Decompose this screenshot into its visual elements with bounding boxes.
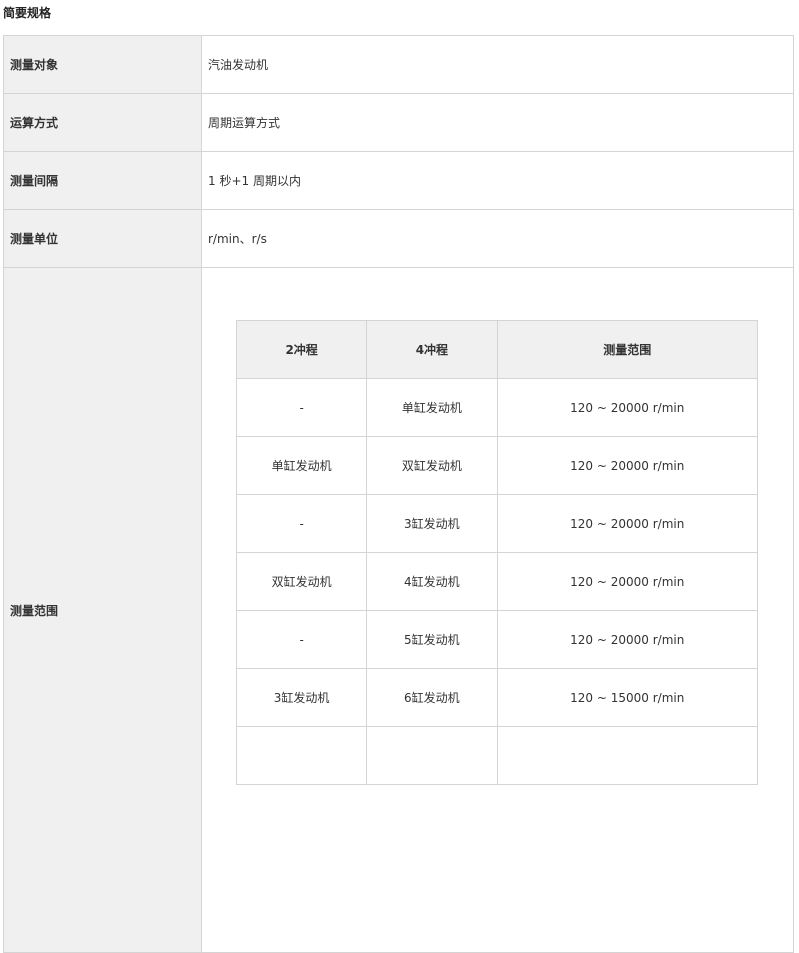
table-row: 单缸发动机 双缸发动机 120 ~ 20000 r/min xyxy=(235,436,758,495)
spec-row-method: 运算方式 周期运算方式 xyxy=(3,93,794,152)
cell-range: 120 ~ 20000 r/min xyxy=(496,552,758,611)
table-row: - 3缸发动机 120 ~ 20000 r/min xyxy=(235,494,758,553)
spec-label: 测量范围 xyxy=(3,267,202,953)
cell-range: 120 ~ 20000 r/min xyxy=(496,436,758,495)
spec-label: 测量间隔 xyxy=(3,151,202,210)
cell-2-stroke: 双缸发动机 xyxy=(235,552,368,611)
spec-row-target: 测量对象 汽油发动机 xyxy=(3,35,794,94)
cell-2-stroke: - xyxy=(235,494,368,553)
cell-range: 120 ~ 15000 r/min xyxy=(496,668,758,727)
table-row xyxy=(235,726,758,785)
cell-2-stroke xyxy=(235,726,368,785)
cell-4-stroke: 3缸发动机 xyxy=(366,494,498,553)
cell-4-stroke xyxy=(366,726,498,785)
spec-label: 测量单位 xyxy=(3,209,202,268)
cell-range: 120 ~ 20000 r/min xyxy=(496,378,758,437)
spec-label: 运算方式 xyxy=(3,93,202,152)
table-row: - 5缸发动机 120 ~ 20000 r/min xyxy=(235,610,758,669)
section-title: 简要规格 xyxy=(3,6,52,20)
cell-2-stroke: - xyxy=(235,610,368,669)
cell-2-stroke: 3缸发动机 xyxy=(235,668,368,727)
range-header-row: 2冲程 4冲程 测量范围 xyxy=(235,320,758,379)
cell-4-stroke: 4缸发动机 xyxy=(366,552,498,611)
cell-4-stroke: 6缸发动机 xyxy=(366,668,498,727)
spec-label: 测量对象 xyxy=(3,35,202,94)
header-range: 测量范围 xyxy=(496,320,758,379)
spec-value: 1 秒+1 周期以内 xyxy=(201,151,794,210)
header-2-stroke: 2冲程 xyxy=(235,320,368,379)
spec-row-range: 测量范围 2冲程 4冲程 测量范围 - 单缸发动机 120 ~ 20000 r/… xyxy=(3,267,794,953)
cell-range xyxy=(496,726,758,785)
spec-value: 汽油发动机 xyxy=(201,35,794,94)
spec-value: r/min、r/s xyxy=(201,209,794,268)
range-table: 2冲程 4冲程 测量范围 - 单缸发动机 120 ~ 20000 r/min 单… xyxy=(235,320,758,785)
cell-4-stroke: 5缸发动机 xyxy=(366,610,498,669)
spec-row-unit: 测量单位 r/min、r/s xyxy=(3,209,794,268)
cell-2-stroke: - xyxy=(235,378,368,437)
table-row: 3缸发动机 6缸发动机 120 ~ 15000 r/min xyxy=(235,668,758,727)
table-row: 双缸发动机 4缸发动机 120 ~ 20000 r/min xyxy=(235,552,758,611)
cell-4-stroke: 双缸发动机 xyxy=(366,436,498,495)
cell-range: 120 ~ 20000 r/min xyxy=(496,494,758,553)
spec-table: 测量对象 汽油发动机 运算方式 周期运算方式 测量间隔 1 秒+1 周期以内 测… xyxy=(3,35,794,953)
cell-2-stroke: 单缸发动机 xyxy=(235,436,368,495)
spec-row-interval: 测量间隔 1 秒+1 周期以内 xyxy=(3,151,794,210)
cell-range: 120 ~ 20000 r/min xyxy=(496,610,758,669)
cell-4-stroke: 单缸发动机 xyxy=(366,378,498,437)
table-row: - 单缸发动机 120 ~ 20000 r/min xyxy=(235,378,758,437)
range-cell: 2冲程 4冲程 测量范围 - 单缸发动机 120 ~ 20000 r/min 单… xyxy=(201,267,794,953)
spec-value: 周期运算方式 xyxy=(201,93,794,152)
header-4-stroke: 4冲程 xyxy=(366,320,498,379)
